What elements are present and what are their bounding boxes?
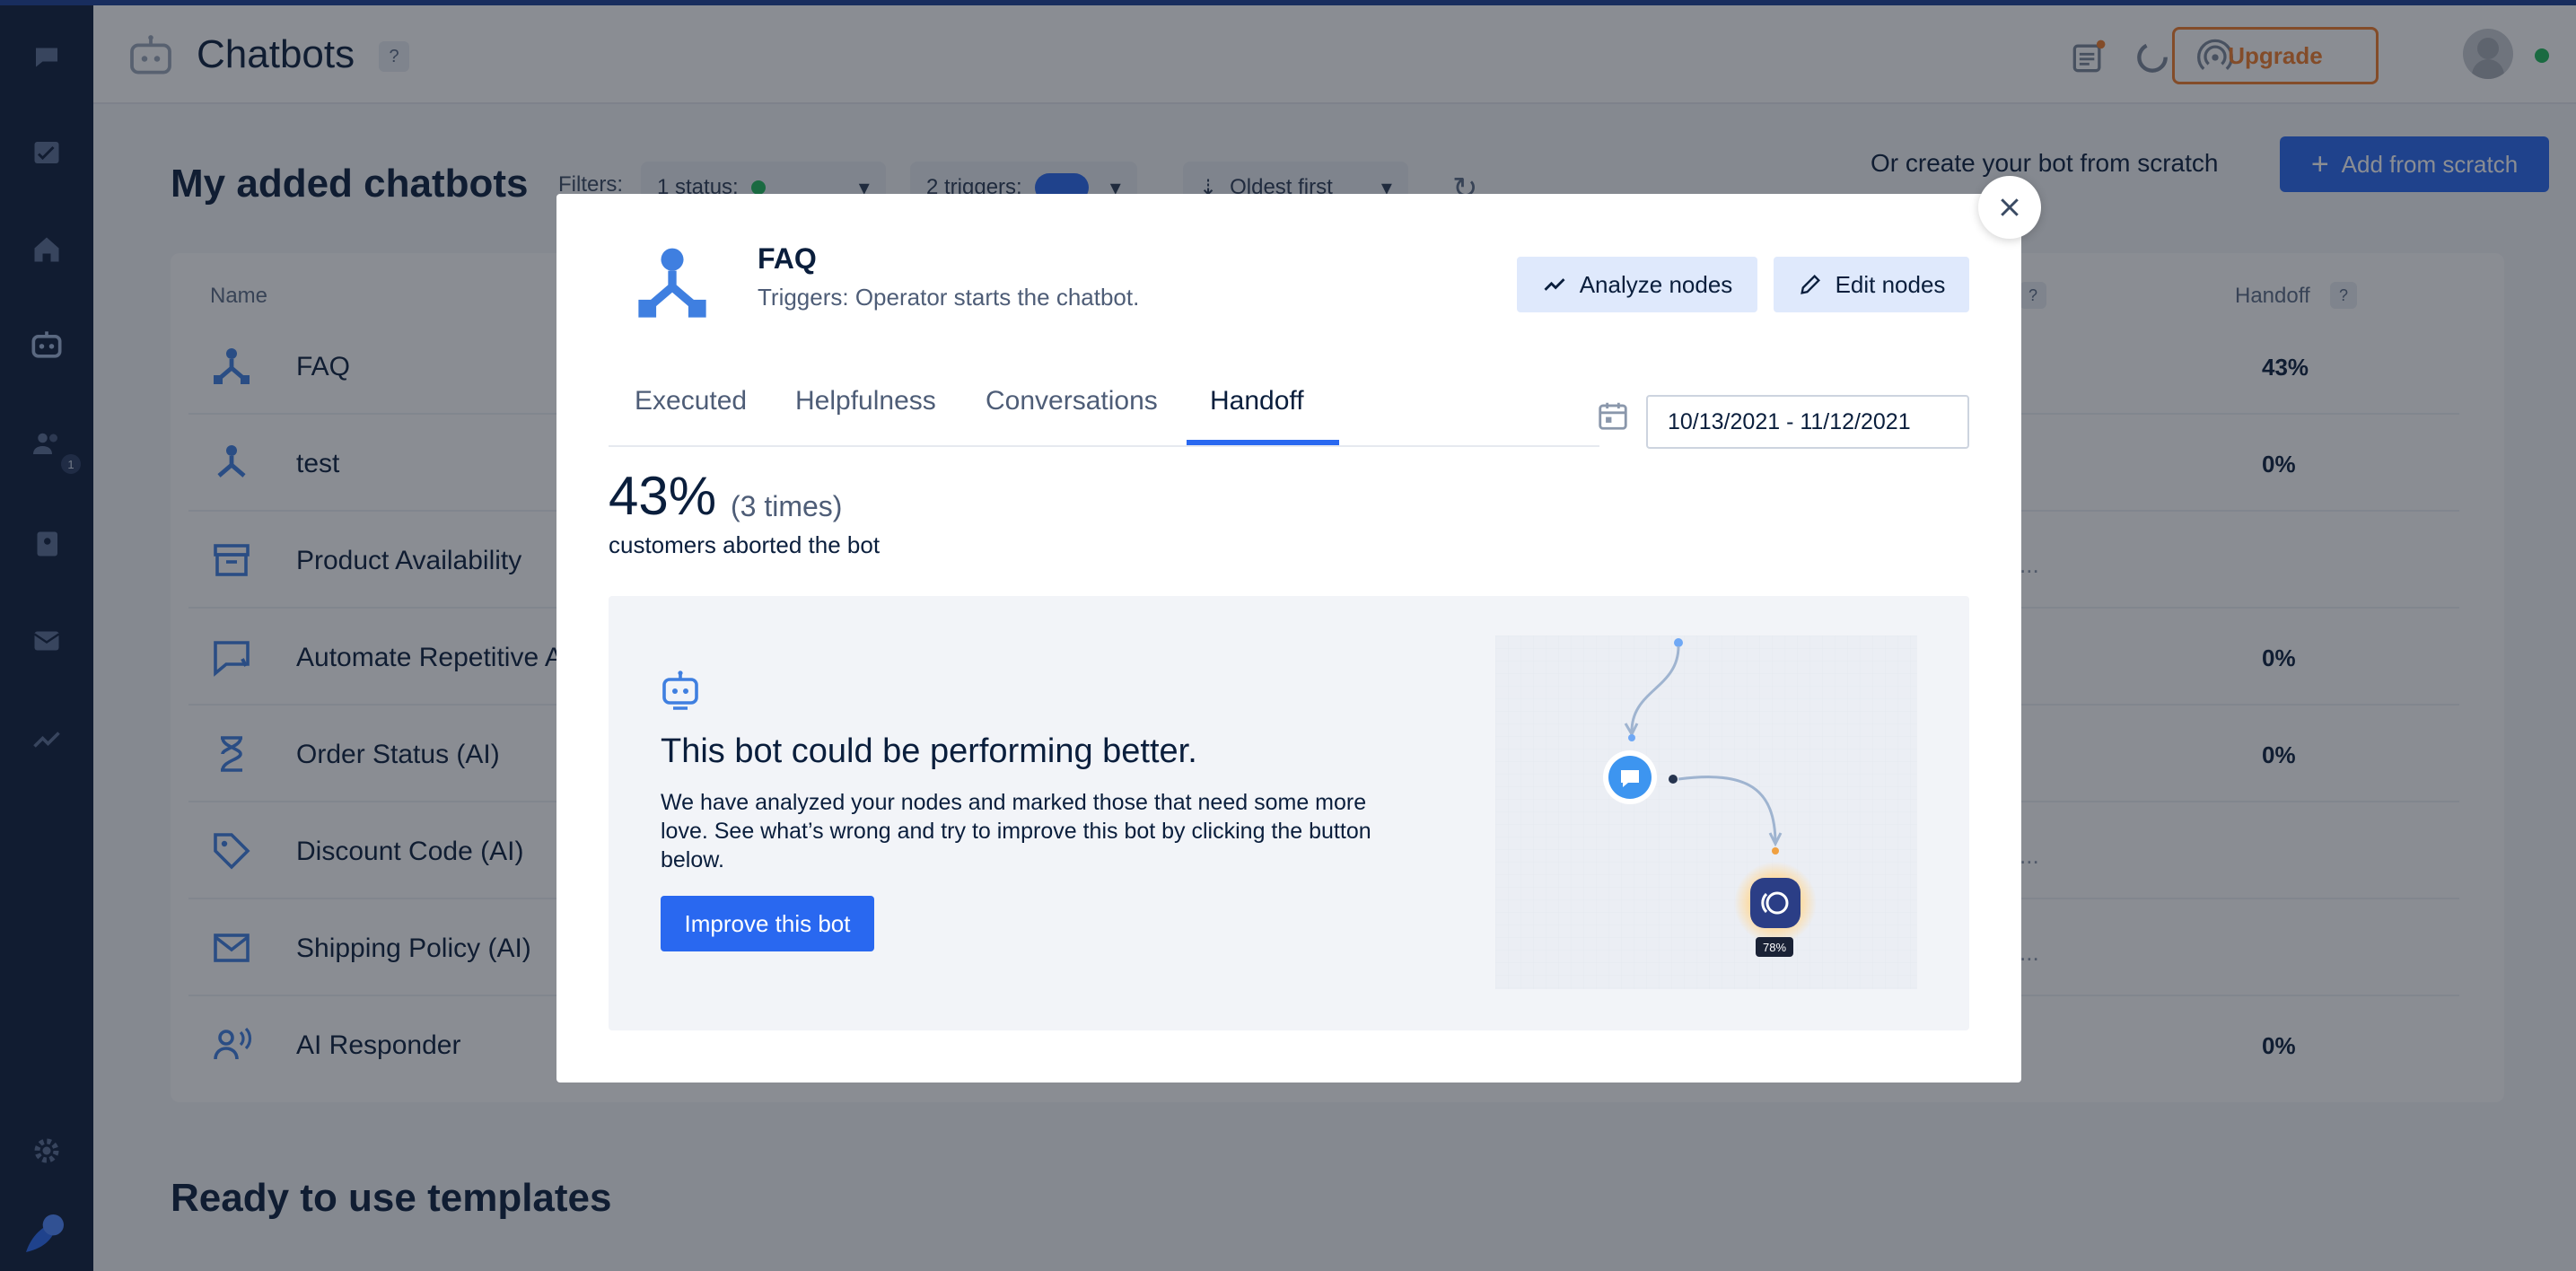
chatbot-icon: [662, 671, 698, 710]
promo-title: This bot could be performing better.: [661, 732, 1197, 770]
handoff-caption: customers aborted the bot: [609, 531, 881, 558]
calendar-icon[interactable]: [1596, 399, 1630, 433]
trend-line-icon: [1544, 278, 1565, 291]
close-icon: [2001, 198, 2019, 216]
modal-title: FAQ: [758, 242, 817, 275]
handoff-times: (3 times): [731, 490, 843, 522]
pencil-icon: [1800, 275, 1820, 294]
node-flow-illustration: 78%: [1495, 636, 1917, 989]
tab-helpfulness[interactable]: Helpfulness: [795, 386, 936, 416]
edit-nodes-button[interactable]: Edit nodes: [1774, 257, 1969, 312]
stats-tabs: Executed Helpfulness Conversations Hando…: [609, 370, 1599, 447]
date-range-input[interactable]: [1646, 395, 1969, 449]
edit-nodes-label: Edit nodes: [1835, 270, 1946, 298]
tab-conversations[interactable]: Conversations: [986, 386, 1158, 416]
node-score-badge: 78%: [1763, 941, 1786, 954]
active-tab-indicator: [1187, 440, 1339, 445]
analyze-nodes-button[interactable]: Analyze nodes: [1517, 257, 1757, 312]
tab-executed[interactable]: Executed: [635, 386, 747, 416]
close-modal-button[interactable]: [1978, 176, 2041, 239]
improve-bot-button[interactable]: Improve this bot: [661, 896, 874, 951]
split-bot-icon: [638, 248, 706, 318]
handoff-percent: 43%: [609, 466, 717, 526]
modal-subtitle: Triggers: Operator starts the chatbot.: [758, 284, 1140, 311]
bot-stats-modal: FAQ Triggers: Operator starts the chatbo…: [556, 194, 2021, 1083]
promo-text: We have analyzed your nodes and marked t…: [661, 790, 1371, 872]
tab-handoff[interactable]: Handoff: [1210, 386, 1304, 416]
improve-bot-panel: This bot could be performing better. We …: [609, 596, 1969, 1030]
analyze-nodes-label: Analyze nodes: [1579, 270, 1733, 298]
